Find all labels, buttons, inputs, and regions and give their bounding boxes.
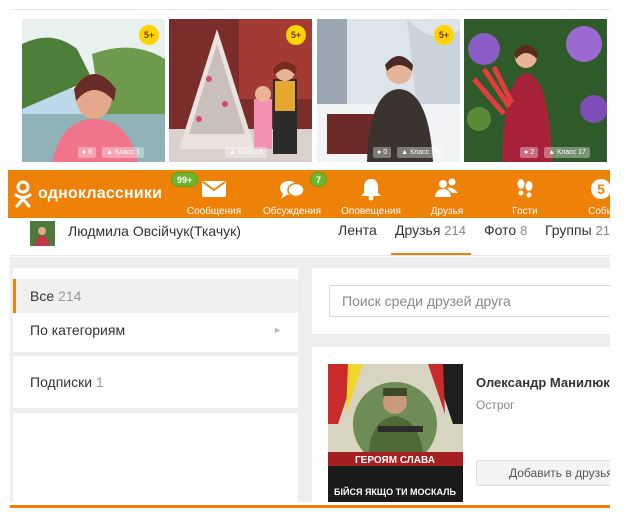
photo-badge: 5+: [139, 25, 159, 45]
tab-label: Группы: [545, 222, 592, 238]
poster-text-bottom: БІЙСЯ ЯКЩО ТИ МОСКАЛЬ: [334, 486, 456, 497]
nav-events[interactable]: 5 Собы: [564, 174, 610, 217]
nav-guests[interactable]: Гости: [488, 174, 562, 217]
tab-friends[interactable]: Друзья 214: [395, 222, 466, 238]
filter-label: Подписки: [30, 374, 93, 390]
tab-count: 21: [595, 223, 611, 238]
nav-label: Оповещения: [341, 206, 401, 217]
tab-feed[interactable]: Лента: [338, 222, 377, 238]
photo-thumbnail-4[interactable]: ● 2 ▲ Класс 17: [464, 19, 607, 162]
divider: [12, 9, 610, 10]
klass-stat: ▲ Класс 8: [225, 146, 267, 158]
klass-stat: ▲ Класс 1: [102, 146, 145, 158]
bell-icon: [361, 179, 381, 201]
filter-count: 214: [58, 288, 82, 304]
klass-stat: ▲ Класс 17: [544, 146, 590, 158]
nav-messages[interactable]: Сообщения: [177, 174, 251, 217]
comments-stat: ● 6: [78, 146, 97, 158]
friend-city: Острог: [476, 398, 515, 412]
tab-label: Друзья: [395, 222, 441, 238]
nav-friends[interactable]: Друзья: [410, 174, 484, 217]
friend-avatar-poster[interactable]: ГЕРОЯМ СЛАВА БІЙСЯ ЯКЩО ТИ МОСКАЛЬ: [328, 364, 463, 502]
empty-side-panel: [13, 413, 298, 502]
nav-label: Гости: [512, 206, 538, 217]
photo-badge: 5+: [286, 25, 306, 45]
chevron-right-icon: ►: [273, 325, 282, 335]
photo-thumbnail-1[interactable]: ● 6 ▲ Класс 1 5+: [22, 19, 165, 162]
filter-subscriptions[interactable]: Подписки 1: [13, 365, 298, 399]
photo-thumbnail-3[interactable]: ● 0 ▲ Класс 13 5+: [317, 19, 460, 162]
footprints-icon: [517, 179, 533, 198]
photo-garden-flowers: [464, 19, 607, 162]
photo-thumbnail-2[interactable]: ▲ Класс 8 5+: [169, 19, 312, 162]
friend-search-panel: [312, 268, 619, 334]
klass-stat: ▲ Класс 13: [397, 146, 443, 158]
friend-search-input[interactable]: [329, 285, 619, 317]
tab-label: Лента: [338, 222, 377, 238]
subscriptions-panel: Подписки 1: [13, 356, 298, 408]
bottom-accent-line: [10, 505, 610, 508]
comments-stat: ● 0: [373, 146, 392, 158]
friends-filter-panel: Все 214 По категориям ►: [13, 268, 298, 352]
tab-count: 214: [444, 223, 466, 238]
filter-all[interactable]: Все 214: [13, 279, 298, 313]
filter-label: По категориям: [30, 322, 126, 338]
tab-photos[interactable]: Фото 8: [484, 222, 527, 238]
discussions-badge: 7: [310, 172, 328, 187]
profile-name[interactable]: Людмила Овсійчук(Ткачук): [68, 223, 241, 239]
ok-logo[interactable]: одноклассники: [12, 180, 162, 208]
ok-logo-icon: [14, 180, 32, 208]
events-icon: 5: [591, 179, 610, 199]
comments-stat: ● 2: [520, 146, 539, 158]
svg-text:5: 5: [597, 181, 605, 197]
nav-label: Обсуждения: [262, 206, 322, 217]
main-toolbar: одноклассники 99+ Сообщения Обсуждения 7…: [8, 170, 610, 218]
photo-stats: ● 6 ▲ Класс 1: [22, 142, 165, 162]
filter-label: Все: [30, 288, 55, 304]
profile-bar: Людмила Овсійчук(Ткачук) Лента Друзья 21…: [10, 218, 610, 256]
friend-name[interactable]: Олександр Манилюк: [476, 375, 610, 390]
logo-text: одноклассники: [38, 185, 163, 202]
add-friend-button[interactable]: Добавить в друзья: [476, 460, 626, 486]
nav-label: Собы: [588, 206, 610, 217]
poster-text-top: ГЕРОЯМ СЛАВА: [355, 455, 435, 466]
tab-count: 8: [520, 223, 528, 238]
photo-stats: ● 2 ▲ Класс 17: [464, 142, 607, 162]
friend-card: ГЕРОЯМ СЛАВА БІЙСЯ ЯКЩО ТИ МОСКАЛЬ Олекс…: [312, 347, 626, 502]
photo-strip: ● 6 ▲ Класс 1 5+ ▲ Класс 8 5+ ● 0 ▲ Клас…: [0, 0, 643, 165]
nav-label: Друзья: [430, 206, 464, 217]
friends-icon: [435, 178, 458, 197]
avatar[interactable]: [30, 221, 55, 246]
tab-groups[interactable]: Группы 21: [545, 222, 610, 238]
envelope-icon: [202, 181, 226, 197]
speech-bubbles-icon: [280, 181, 305, 199]
photo-stats: ▲ Класс 8: [169, 142, 312, 162]
nav-notifications[interactable]: Оповещения: [334, 174, 408, 217]
nav-label: Сообщения: [186, 206, 242, 217]
photo-badge: 5+: [434, 25, 454, 45]
page-gutter: [610, 0, 643, 512]
filter-count: 1: [95, 374, 104, 390]
filter-by-category[interactable]: По категориям ►: [13, 313, 298, 347]
photo-stats: ● 0 ▲ Класс 13: [317, 142, 460, 162]
active-tab-indicator: [391, 253, 471, 255]
tab-label: Фото: [484, 222, 517, 238]
